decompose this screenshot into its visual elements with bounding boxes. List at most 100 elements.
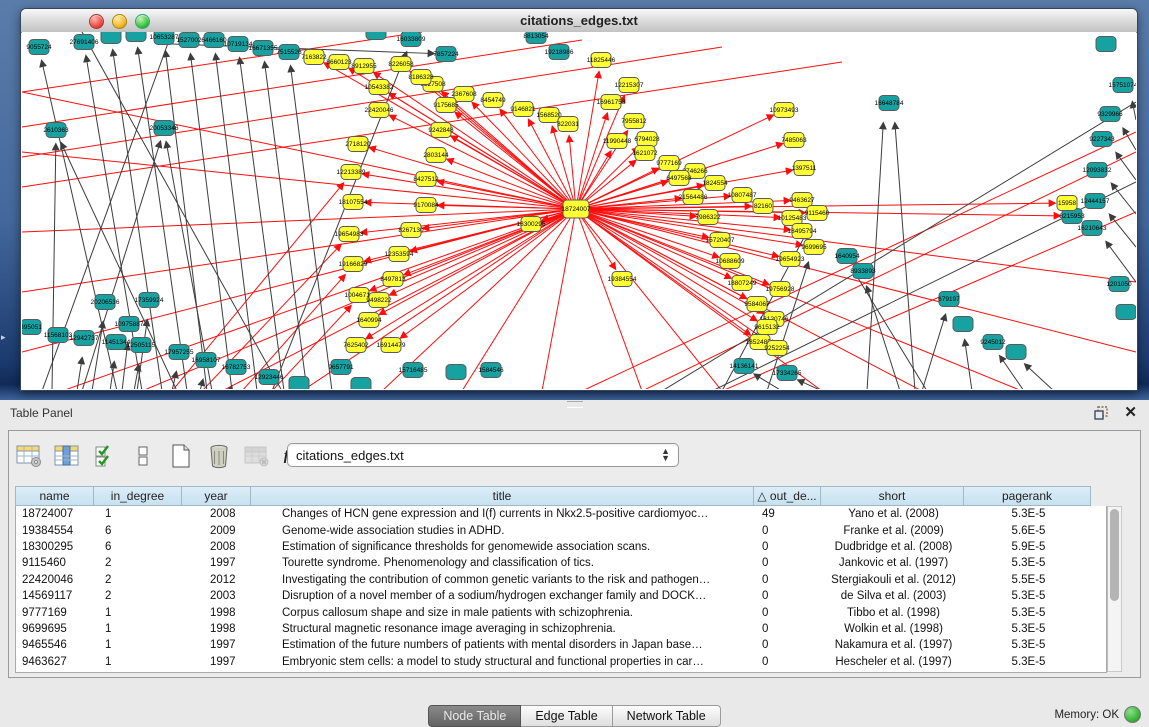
table-cell[interactable]: 0	[755, 604, 822, 620]
table-selector-dropdown[interactable]: citations_edges.txt ▲▼	[287, 443, 679, 467]
graph-node[interactable]	[1116, 305, 1136, 320]
graph-node[interactable]: 7163822	[301, 50, 327, 65]
graph-node[interactable]: 11990448	[603, 134, 632, 149]
graph-node[interactable]: 19384554	[608, 272, 637, 287]
graph-node[interactable]	[289, 377, 309, 390]
graph-node[interactable]: 9615132	[754, 320, 780, 335]
graph-node[interactable]: 9170084	[413, 198, 439, 213]
table-cell[interactable]: 0	[755, 539, 822, 555]
table-cell[interactable]: 1	[95, 654, 183, 670]
graph-node[interactable]: 12444157	[1081, 194, 1110, 209]
graph-node[interactable]: 14136141	[730, 359, 759, 374]
graph-node[interactable]	[1006, 345, 1026, 360]
graph-node[interactable]: 8813054	[523, 32, 549, 44]
graph-node[interactable]: 17334265	[773, 366, 802, 381]
table-cell[interactable]: Tibbo et al. (1998)	[822, 604, 965, 620]
table-cell[interactable]: 1	[95, 604, 183, 620]
table-cell[interactable]: 1	[95, 621, 183, 637]
graph-node[interactable]: 27691406	[70, 35, 99, 50]
table-row[interactable]: 946362711997Embryonic stem cells: a mode…	[16, 654, 1106, 670]
graph-node[interactable]: 8497813	[380, 272, 406, 287]
table-row[interactable]: 946554611997Estimation of the future num…	[16, 637, 1106, 653]
table-cell[interactable]: Stergiakouli et al. (2012)	[822, 572, 965, 588]
table-row[interactable]: 977716911998Corpus callosum shape and si…	[16, 604, 1106, 620]
graph-node[interactable]: 9498222	[366, 293, 392, 308]
table-row[interactable]: 911546021997Tourette syndrome. Phenomeno…	[16, 555, 1106, 571]
column-header-out_de[interactable]: △ out_de...	[754, 486, 821, 506]
graph-node[interactable]	[953, 317, 973, 332]
delete-table-icon[interactable]	[243, 442, 271, 470]
graph-node[interactable]: 15751074	[1109, 78, 1136, 93]
graph-node[interactable]: 10688609	[716, 254, 745, 269]
graph-node[interactable]: 9657791	[328, 360, 354, 375]
column-header-title[interactable]: title	[251, 486, 754, 506]
table-cell[interactable]: 9465546	[16, 637, 95, 653]
graph-node[interactable]: 679197	[938, 292, 960, 307]
table-cell[interactable]: 1998	[183, 604, 252, 620]
table-row[interactable]: 1938455462009Genome-wide association stu…	[16, 522, 1106, 538]
graph-node[interactable]	[126, 32, 146, 42]
graph-node[interactable]: 7955812	[621, 114, 647, 129]
table-settings-icon[interactable]	[15, 442, 43, 470]
graph-node[interactable]: 1640954	[834, 249, 860, 264]
graph-node[interactable]: 11825446	[587, 53, 616, 68]
graph-node[interactable]	[101, 32, 121, 44]
column-header-name[interactable]: name	[15, 486, 94, 506]
graph-node[interactable]: 10653287	[150, 32, 179, 45]
table-cell[interactable]: Corpus callosum shape and size in male p…	[252, 604, 755, 620]
table-cell[interactable]: 2003	[183, 588, 252, 604]
table-cell[interactable]: 0	[755, 637, 822, 653]
graph-node[interactable]: 10975887	[115, 317, 144, 332]
table-cell[interactable]: Wolkin et al. (1998)	[822, 621, 965, 637]
table-cell[interactable]: 0	[755, 654, 822, 670]
table-cell[interactable]: 19384554	[16, 522, 95, 538]
graph-node[interactable]	[351, 378, 371, 390]
column-header-in_degree[interactable]: in_degree	[94, 486, 182, 506]
table-row[interactable]: 969969511998Structural magnetic resonanc…	[16, 621, 1106, 637]
graph-node[interactable]: 17957255	[165, 345, 194, 360]
table-cell[interactable]: 5.9E-5	[965, 539, 1092, 555]
graph-node[interactable]: 2610363	[43, 123, 69, 138]
graph-node[interactable]: 16914479	[377, 338, 406, 353]
graph-node[interactable]: 12215307	[615, 78, 644, 93]
graph-node[interactable]: 8933893	[850, 264, 876, 279]
graph-node[interactable]: 895051	[22, 320, 42, 335]
graph-node[interactable]: 82160	[753, 199, 773, 214]
column-header-pagerank[interactable]: pagerank	[964, 486, 1091, 506]
graph-node[interactable]: 19654923	[776, 252, 805, 267]
table-cell[interactable]: 2	[95, 572, 183, 588]
column-header-year[interactable]: year	[182, 486, 251, 506]
graph-node[interactable]: 1201050	[1106, 277, 1132, 292]
table-cell[interactable]: 5.3E-5	[965, 506, 1092, 522]
graph-node[interactable]: 9245012	[980, 335, 1006, 350]
table-cell[interactable]: 0	[755, 572, 822, 588]
table-cell[interactable]: 2008	[183, 539, 252, 555]
table-cell[interactable]: 9115460	[16, 555, 95, 571]
graph-node[interactable]: 9777169	[656, 156, 682, 171]
graph-node[interactable]: 15716485	[399, 363, 428, 378]
graph-node[interactable]: 822031	[557, 117, 579, 132]
select-all-icon[interactable]	[91, 442, 119, 470]
table-cell[interactable]: 9463627	[16, 654, 95, 670]
graph-node[interactable]: 9175685	[433, 98, 459, 113]
network-canvas[interactable]: 9055724276914061065328715270026466160107…	[22, 32, 1136, 389]
graph-node[interactable]: 10807487	[728, 188, 757, 203]
table-cell[interactable]: Tourette syndrome. Phenomenology and cla…	[252, 555, 755, 571]
graph-node[interactable]: 12353594	[385, 247, 414, 262]
table-cell[interactable]: Estimation of significance thresholds fo…	[252, 539, 755, 555]
show-columns-icon[interactable]	[53, 442, 81, 470]
table-cell[interactable]: 0	[755, 555, 822, 571]
table-row[interactable]: 1830029562008Estimation of significance …	[16, 539, 1106, 555]
graph-node[interactable]: 7986322	[695, 210, 721, 225]
table-cell[interactable]: 18724007	[16, 506, 95, 522]
table-cell[interactable]: 6	[95, 539, 183, 555]
graph-node[interactable]: 7857224	[433, 47, 459, 62]
graph-node[interactable]: 9252254	[764, 341, 790, 356]
table-cell[interactable]: 5.5E-5	[965, 572, 1092, 588]
new-column-icon[interactable]	[167, 442, 195, 470]
table-cell[interactable]: 49	[755, 506, 822, 522]
table-cell[interactable]: 22420046	[16, 572, 95, 588]
table-cell[interactable]: 9699695	[16, 621, 95, 637]
table-cell[interactable]: 2008	[183, 506, 252, 522]
graph-node[interactable]: 9146821	[510, 102, 536, 117]
